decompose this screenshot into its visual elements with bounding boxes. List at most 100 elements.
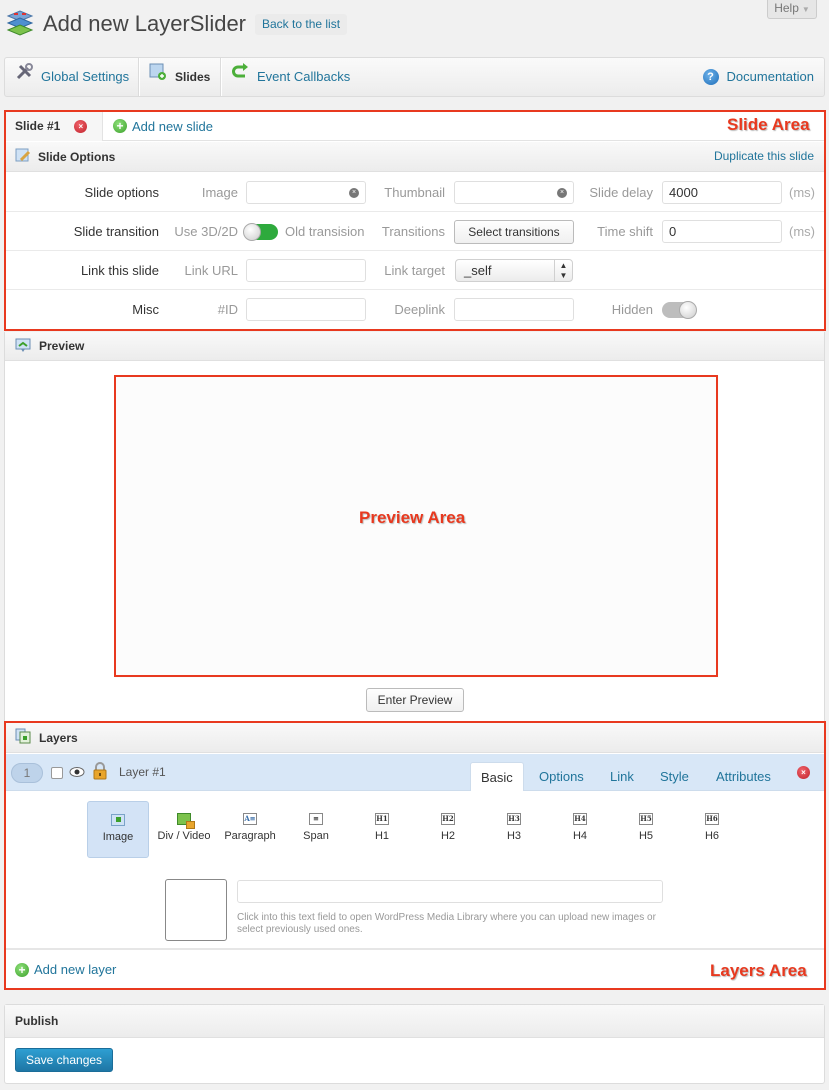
caret-down-icon: ▼ <box>801 5 810 14</box>
clear-thumbnail-icon[interactable]: × <box>557 188 567 198</box>
layers-panel: Layers 1 Layer #1 Basic Options Link Sty… <box>4 722 825 989</box>
deeplink-input[interactable] <box>454 298 574 321</box>
use-3d2d-label: Use 3D/2D <box>174 224 238 239</box>
video-type-icon <box>177 813 195 829</box>
image-type-icon <box>111 814 125 826</box>
transition-type-toggle[interactable] <box>243 223 278 241</box>
link-slide-row: Link this slide Link URL Link target _se… <box>5 251 824 290</box>
save-changes-button[interactable]: Save changes <box>15 1048 114 1072</box>
hidden-label: Hidden <box>611 302 653 317</box>
link-url-input[interactable] <box>246 259 366 282</box>
thumbnail-input[interactable]: × <box>454 181 574 204</box>
time-shift-input[interactable]: 0 <box>662 220 782 243</box>
layer-type-span[interactable]: ≡ Span <box>285 801 347 858</box>
paragraph-type-icon: A≡ <box>243 813 257 825</box>
slide-delay-input[interactable]: 4000 <box>662 181 782 204</box>
select-transitions-button[interactable]: Select transitions <box>454 220 574 244</box>
image-label: Image <box>201 185 238 200</box>
hidden-toggle[interactable] <box>662 301 697 319</box>
eye-icon[interactable] <box>69 765 85 782</box>
remove-layer-icon[interactable]: × <box>797 766 810 779</box>
help-label: Help <box>774 1 799 15</box>
layerslider-logo-icon <box>4 10 36 38</box>
layer-type-h5[interactable]: H5 H5 <box>615 801 677 858</box>
preview-title: Preview <box>39 339 85 353</box>
layer-type-image[interactable]: Image <box>87 801 149 858</box>
layer-type-h4[interactable]: H4 H4 <box>549 801 611 858</box>
id-input[interactable] <box>246 298 366 321</box>
main-toolbar: Global Settings Slides Event Callbacks ?… <box>4 57 825 97</box>
slides-tab[interactable]: Slides <box>139 58 219 96</box>
slide-area-annotation: Slide Area <box>727 115 810 134</box>
layers-header: Layers <box>5 723 824 753</box>
layer-row[interactable]: 1 Layer #1 Basic Options Link Style Attr… <box>5 754 824 791</box>
layer-type-label: H1 <box>374 830 390 842</box>
layer-tab-basic[interactable]: Basic <box>470 762 524 791</box>
page-title: Add new LayerSlider <box>43 11 247 36</box>
span-type-icon: ≡ <box>309 813 323 825</box>
layer-select-checkbox[interactable] <box>51 767 63 779</box>
layer-type-h6[interactable]: H6 H6 <box>681 801 743 858</box>
layer-type-label: H3 <box>506 830 522 842</box>
edit-slide-icon <box>15 147 31 166</box>
h1-type-icon: H1 <box>375 813 389 825</box>
layers-icon <box>15 728 31 747</box>
preview-icon <box>15 337 31 356</box>
link-target-select[interactable]: _self ▲ ▼ <box>455 259 573 282</box>
add-layer-label: Add new layer <box>34 962 117 977</box>
layer-type-label: Paragraph <box>224 830 276 842</box>
h2-type-icon: H2 <box>441 813 455 825</box>
transitions-label: Transitions <box>381 224 445 239</box>
media-library-hint: Click into this text field to open WordP… <box>237 912 656 935</box>
layers-title: Layers <box>39 730 78 745</box>
deeplink-label: Deeplink <box>394 302 445 317</box>
time-shift-label: Time shift <box>597 224 653 239</box>
slide-tab-label: Slide #1 <box>15 119 61 133</box>
layer-image-url-input[interactable] <box>237 880 663 903</box>
slide-delay-label: Slide delay <box>589 185 653 200</box>
global-settings-label: Global Settings <box>41 69 130 84</box>
layer-tab-link[interactable]: Link <box>600 762 644 791</box>
row-label: Link this slide <box>80 263 159 278</box>
enter-preview-button[interactable]: Enter Preview <box>366 688 464 712</box>
event-callbacks-tab[interactable]: Event Callbacks <box>221 58 371 96</box>
row-label: Slide options <box>84 185 159 200</box>
duplicate-slide-link[interactable]: Duplicate this slide <box>714 149 814 163</box>
layer-tab-options[interactable]: Options <box>529 762 594 791</box>
tools-icon <box>15 58 33 96</box>
layer-type-label: Span <box>303 830 329 842</box>
layer-type-label: H5 <box>638 830 654 842</box>
layer-image-thumbnail[interactable] <box>165 879 227 941</box>
layer-type-div-video[interactable]: Div / Video <box>153 801 215 858</box>
clear-image-icon[interactable]: × <box>349 188 359 198</box>
documentation-link[interactable]: ? Documentation <box>702 58 814 96</box>
slide-transition-row: Slide transition Use 3D/2D Old transisio… <box>5 212 824 251</box>
layer-type-h2[interactable]: H2 H2 <box>417 801 479 858</box>
layer-type-h1[interactable]: H1 H1 <box>351 801 413 858</box>
help-button[interactable]: Help ▼ <box>767 0 817 19</box>
select-arrows-icon: ▲ ▼ <box>554 260 572 281</box>
thumbnail-label: Thumbnail <box>384 185 445 200</box>
layer-tab-style[interactable]: Style <box>650 762 699 791</box>
add-new-slide-button[interactable]: + Add new slide <box>113 111 213 141</box>
delay-unit: (ms) <box>789 185 815 200</box>
event-callbacks-label: Event Callbacks <box>257 69 351 84</box>
lock-icon[interactable] <box>93 762 107 783</box>
old-transition-label: Old transision <box>285 224 365 239</box>
add-new-layer-button[interactable]: + Add new layer <box>5 948 824 989</box>
image-input[interactable]: × <box>246 181 366 204</box>
timeshift-unit: (ms) <box>789 224 815 239</box>
global-settings-tab[interactable]: Global Settings <box>5 58 133 96</box>
slide-tab-1[interactable]: Slide #1 × <box>5 111 103 141</box>
remove-slide-icon[interactable]: × <box>74 119 88 133</box>
row-label: Misc <box>132 302 159 317</box>
slide-area: Slide #1 × + Add new slide Slide Options… <box>4 110 825 330</box>
layer-number[interactable]: 1 <box>11 763 43 783</box>
layer-tab-attributes[interactable]: Attributes <box>706 762 781 791</box>
misc-row: Misc #ID Deeplink Hidden <box>5 290 824 329</box>
layer-type-paragraph[interactable]: A≡ Paragraph <box>219 801 281 858</box>
slide-options-header: Slide Options <box>5 142 824 172</box>
link-url-label: Link URL <box>184 263 238 278</box>
back-to-list-button[interactable]: Back to the list <box>255 14 348 35</box>
layer-type-h3[interactable]: H3 H3 <box>483 801 545 858</box>
